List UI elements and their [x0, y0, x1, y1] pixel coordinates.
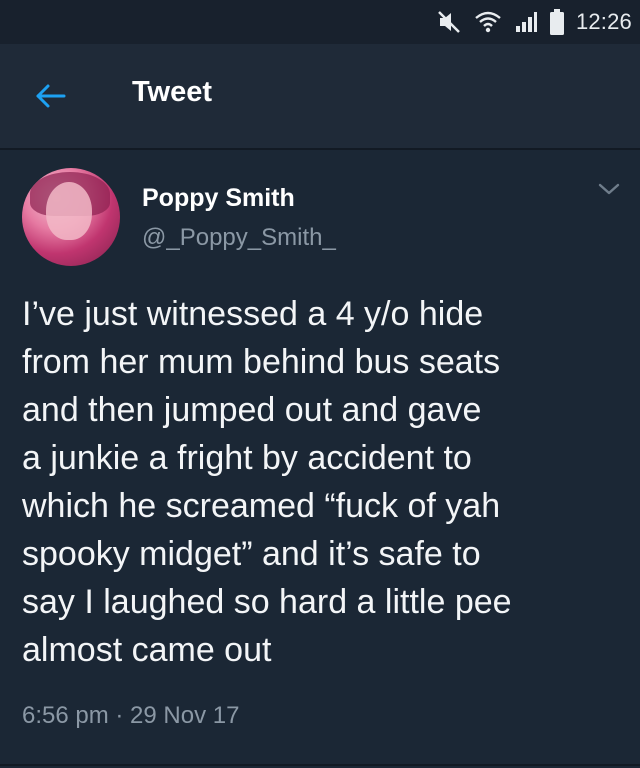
tweet-timestamp: 6:56 pm · 29 Nov 17 [22, 702, 240, 729]
status-icons: 12:26 [436, 6, 632, 38]
chevron-down-icon [598, 183, 620, 195]
tweet-menu-button[interactable] [596, 180, 622, 198]
tweet-text-line: which he screamed “fuck of yah [22, 487, 501, 525]
tweet-text-line: spooky midget” and it’s safe to [22, 535, 481, 573]
tweet-text-line: from her mum behind bus seats [22, 343, 501, 381]
avatar[interactable] [22, 168, 120, 266]
avatar-face-shape [46, 182, 92, 240]
tweet-text-line: a junkie a fright by accident to [22, 439, 472, 477]
tweet-text-line: almost came out [22, 631, 272, 669]
tweet-card: Poppy Smith @_Poppy_Smith_ I’ve just wit… [0, 150, 640, 768]
mute-icon [436, 9, 462, 35]
wifi-icon [474, 10, 502, 34]
tweet-text-line: and then jumped out and gave [22, 391, 482, 429]
author-handle: @_Poppy_Smith_ [142, 224, 336, 251]
arrow-left-icon [36, 84, 66, 108]
status-time: 12:26 [575, 9, 632, 34]
status-bar: 12:26 [0, 0, 640, 44]
tweet-text-line: say I laughed so hard a little pee [22, 583, 512, 621]
signal-icon [514, 10, 538, 34]
author-name[interactable]: Poppy Smith [142, 184, 295, 213]
divider [0, 764, 640, 766]
page-title: Tweet [132, 76, 213, 108]
tweet-detail-screen: 12:26 Tweet Poppy Smith @_Poppy_Smith_ I… [0, 0, 640, 768]
tweet-text-line: I’ve just witnessed a 4 y/o hide [22, 295, 484, 333]
tweet-text: I’ve just witnessed a 4 y/o hide from he… [22, 290, 618, 674]
battery-icon [549, 9, 564, 35]
back-button[interactable] [30, 76, 70, 116]
app-header: Tweet [0, 44, 640, 150]
